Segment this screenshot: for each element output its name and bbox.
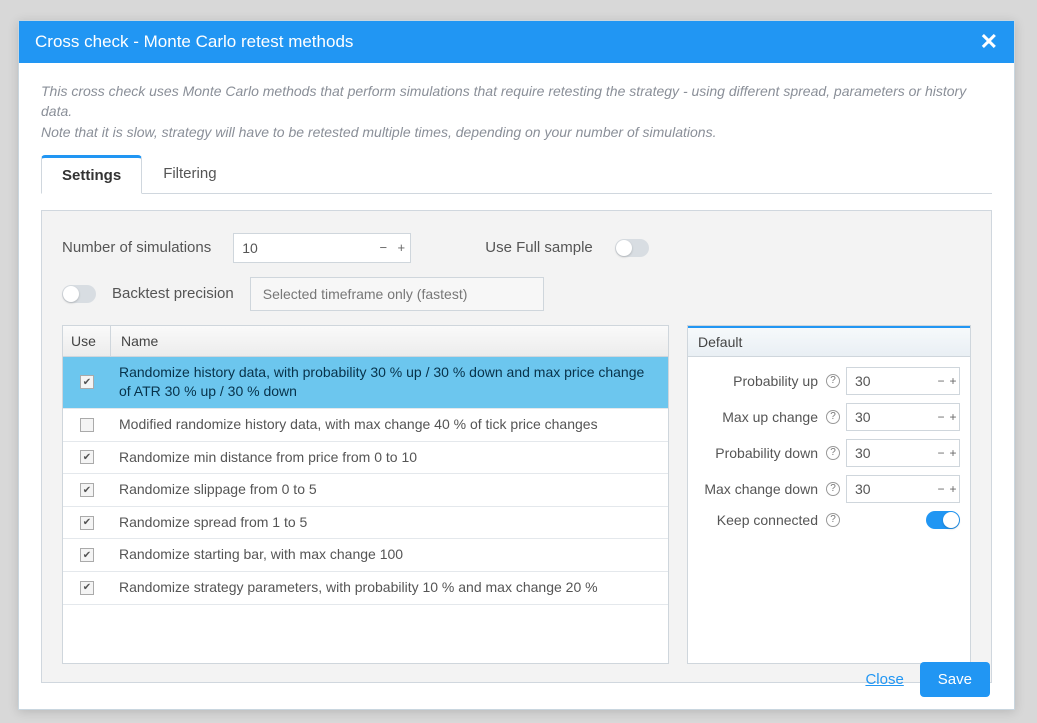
settings-panel: Number of simulations − + Use Full sampl…	[41, 210, 992, 683]
backtest-precision-value: Selected timeframe only (fastest)	[263, 286, 468, 302]
default-panel-body: Probability up ? − + Max up change ?	[688, 357, 970, 543]
use-checkbox[interactable]	[80, 450, 94, 464]
td-name: Randomize history data, with probability…	[111, 357, 668, 408]
methods-table: Use Name Randomize history data, with pr…	[62, 325, 669, 664]
th-name: Name	[111, 326, 668, 356]
help-icon[interactable]: ?	[826, 513, 840, 527]
th-use: Use	[63, 326, 111, 356]
plus-icon[interactable]: +	[947, 404, 959, 430]
description-line2: Note that it is slow, strategy will have…	[41, 124, 716, 140]
probability-down-input[interactable]	[847, 440, 935, 466]
probability-up-input[interactable]	[847, 368, 935, 394]
td-use	[63, 474, 111, 506]
main-columns: Use Name Randomize history data, with pr…	[62, 325, 971, 664]
plus-icon[interactable]: +	[947, 476, 959, 502]
use-checkbox[interactable]	[80, 375, 94, 389]
tab-filtering[interactable]: Filtering	[142, 155, 237, 194]
modal-footer: Close Save	[865, 662, 990, 697]
modal-title: Cross check - Monte Carlo retest methods	[35, 32, 353, 52]
use-checkbox[interactable]	[80, 516, 94, 530]
minus-icon[interactable]: −	[374, 240, 392, 255]
save-button[interactable]: Save	[920, 662, 990, 697]
help-icon[interactable]: ?	[826, 374, 840, 388]
tab-settings[interactable]: Settings	[41, 155, 142, 194]
default-panel-header: Default	[688, 326, 970, 357]
table-row[interactable]: Randomize min distance from price from 0…	[63, 442, 668, 475]
modal-header: Cross check - Monte Carlo retest methods…	[19, 21, 1014, 63]
max-up-change-label: Max up change	[698, 409, 818, 425]
row-keep-connected: Keep connected ?	[698, 507, 960, 533]
probability-down-input-wrap: − +	[846, 439, 960, 467]
backtest-precision-toggle[interactable]	[62, 285, 96, 303]
td-use	[63, 357, 111, 408]
plus-icon[interactable]: +	[392, 240, 410, 255]
help-icon[interactable]: ?	[826, 482, 840, 496]
use-checkbox[interactable]	[80, 418, 94, 432]
use-full-sample-toggle[interactable]	[615, 239, 649, 257]
close-button[interactable]: Close	[865, 671, 903, 688]
table-row[interactable]: Randomize history data, with probability…	[63, 357, 668, 409]
probability-up-input-wrap: − +	[846, 367, 960, 395]
plus-icon[interactable]: +	[947, 368, 959, 394]
row-backtest: Backtest precision Selected timeframe on…	[62, 277, 971, 311]
row-simulations: Number of simulations − + Use Full sampl…	[62, 233, 971, 263]
table-body: Randomize history data, with probability…	[63, 357, 668, 605]
table-header: Use Name	[63, 326, 668, 357]
td-name: Randomize strategy parameters, with prob…	[111, 572, 668, 604]
help-icon[interactable]: ?	[826, 410, 840, 424]
max-change-down-input[interactable]	[847, 476, 935, 502]
max-change-down-label: Max change down	[698, 481, 818, 497]
minus-icon[interactable]: −	[935, 368, 947, 394]
table-row[interactable]: Randomize starting bar, with max change …	[63, 539, 668, 572]
num-simulations-label: Number of simulations	[62, 239, 211, 256]
td-use	[63, 507, 111, 539]
table-row[interactable]: Randomize slippage from 0 to 5	[63, 474, 668, 507]
td-use	[63, 442, 111, 474]
use-full-sample-label: Use Full sample	[485, 239, 593, 256]
max-change-down-input-wrap: − +	[846, 475, 960, 503]
probability-up-label: Probability up	[698, 373, 818, 389]
keep-connected-toggle[interactable]	[926, 511, 960, 529]
max-up-change-input-wrap: − +	[846, 403, 960, 431]
probability-down-label: Probability down	[698, 445, 818, 461]
table-filler	[63, 605, 668, 663]
plus-icon[interactable]: +	[947, 440, 959, 466]
backtest-precision-label: Backtest precision	[112, 285, 234, 302]
num-simulations-input-wrap: − +	[233, 233, 411, 263]
help-icon[interactable]: ?	[826, 446, 840, 460]
row-probability-down: Probability down ? − +	[698, 435, 960, 471]
td-name: Randomize slippage from 0 to 5	[111, 474, 668, 506]
td-use	[63, 572, 111, 604]
backtest-precision-select[interactable]: Selected timeframe only (fastest)	[250, 277, 544, 311]
description-line1: This cross check uses Monte Carlo method…	[41, 83, 966, 119]
use-checkbox[interactable]	[80, 483, 94, 497]
tabs: Settings Filtering	[41, 154, 992, 194]
max-up-change-input[interactable]	[847, 404, 935, 430]
td-name: Randomize min distance from price from 0…	[111, 442, 668, 474]
use-checkbox[interactable]	[80, 581, 94, 595]
default-panel: Default Probability up ? − +	[687, 325, 971, 664]
td-name: Randomize spread from 1 to 5	[111, 507, 668, 539]
td-use	[63, 409, 111, 441]
num-simulations-input[interactable]	[234, 236, 374, 260]
use-checkbox[interactable]	[80, 548, 94, 562]
row-max-up-change: Max up change ? − +	[698, 399, 960, 435]
td-name: Modified randomize history data, with ma…	[111, 409, 668, 441]
modal-body: This cross check uses Monte Carlo method…	[19, 63, 1014, 693]
table-row[interactable]: Randomize spread from 1 to 5	[63, 507, 668, 540]
minus-icon[interactable]: −	[935, 440, 947, 466]
minus-icon[interactable]: −	[935, 404, 947, 430]
keep-connected-label: Keep connected	[698, 512, 818, 528]
table-row[interactable]: Randomize strategy parameters, with prob…	[63, 572, 668, 605]
close-icon[interactable]: ✕	[980, 31, 998, 53]
td-name: Randomize starting bar, with max change …	[111, 539, 668, 571]
description-text: This cross check uses Monte Carlo method…	[41, 81, 992, 142]
row-probability-up: Probability up ? − +	[698, 363, 960, 399]
cross-check-modal: Cross check - Monte Carlo retest methods…	[18, 20, 1015, 710]
minus-icon[interactable]: −	[935, 476, 947, 502]
td-use	[63, 539, 111, 571]
row-max-change-down: Max change down ? − +	[698, 471, 960, 507]
table-row[interactable]: Modified randomize history data, with ma…	[63, 409, 668, 442]
